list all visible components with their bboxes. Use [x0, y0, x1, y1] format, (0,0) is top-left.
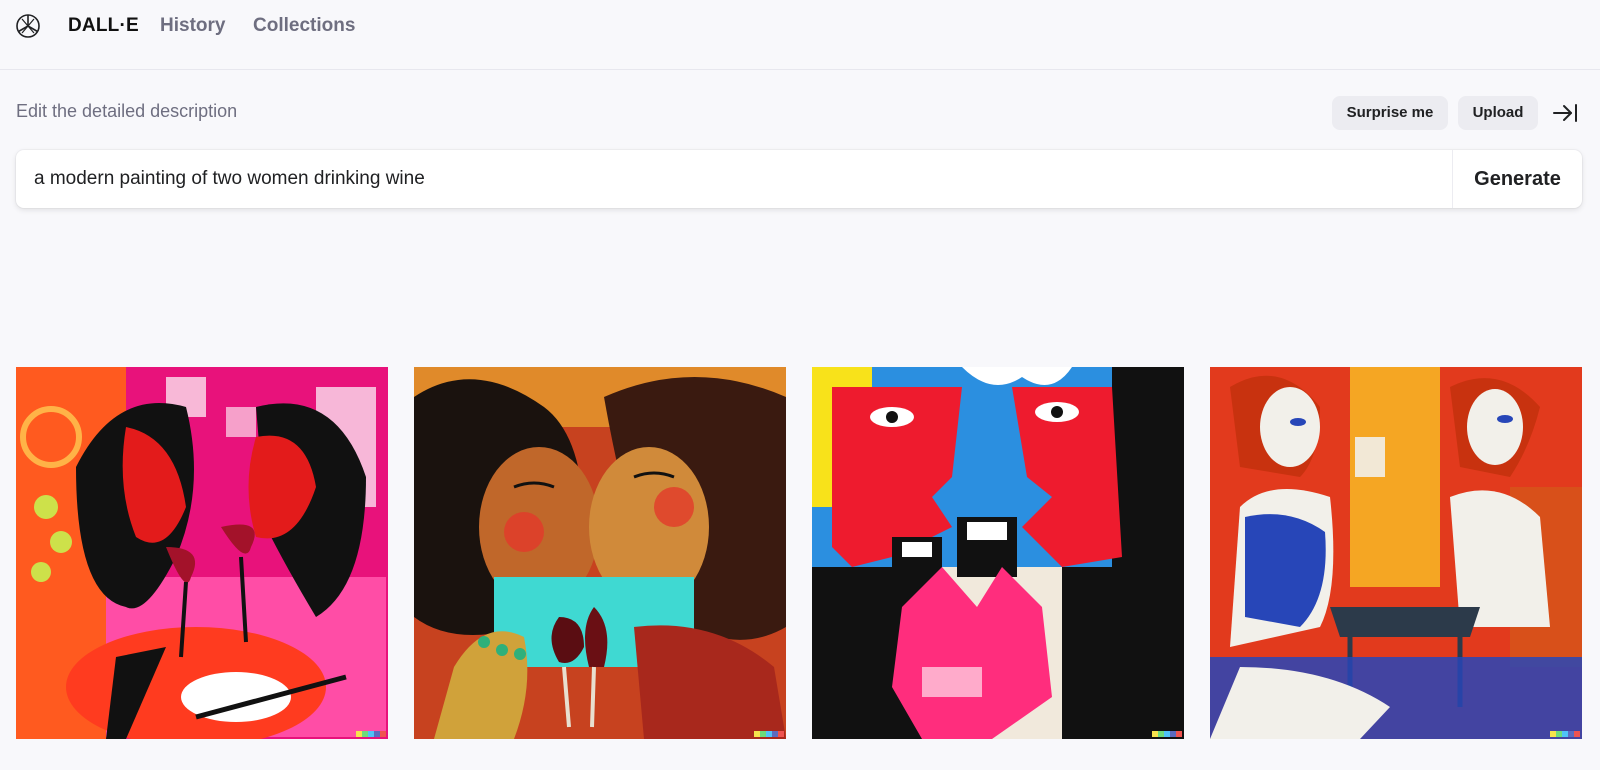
arrow-to-right-bar-icon[interactable]	[1552, 102, 1578, 124]
painting-1-art	[16, 367, 388, 739]
nav-history-link[interactable]: History	[160, 15, 225, 37]
painting-3-art	[812, 367, 1184, 739]
generated-image-2[interactable]	[414, 367, 786, 739]
painting-4-art	[1210, 367, 1582, 739]
dalle-signature	[1152, 731, 1182, 737]
prompt-input[interactable]	[16, 150, 1452, 208]
surprise-me-button[interactable]: Surprise me	[1332, 96, 1448, 130]
painting-2-art	[414, 367, 786, 739]
generate-button[interactable]: Generate	[1453, 150, 1582, 208]
prompt-label: Edit the detailed description	[16, 101, 238, 121]
generated-image-1[interactable]	[16, 367, 388, 739]
nav-collections-link[interactable]: Collections	[253, 15, 355, 37]
top-navigation: DALL·E History Collections	[0, 0, 1600, 70]
brand-title[interactable]: DALL·E	[68, 15, 139, 37]
openai-logo-icon[interactable]	[14, 12, 42, 40]
dalle-signature	[1550, 731, 1580, 737]
generated-image-4[interactable]	[1210, 367, 1582, 739]
dalle-signature	[356, 731, 386, 737]
upload-button[interactable]: Upload	[1458, 96, 1538, 130]
dalle-signature	[754, 731, 784, 737]
generated-image-3[interactable]	[812, 367, 1184, 739]
prompt-box: Generate	[16, 150, 1582, 208]
